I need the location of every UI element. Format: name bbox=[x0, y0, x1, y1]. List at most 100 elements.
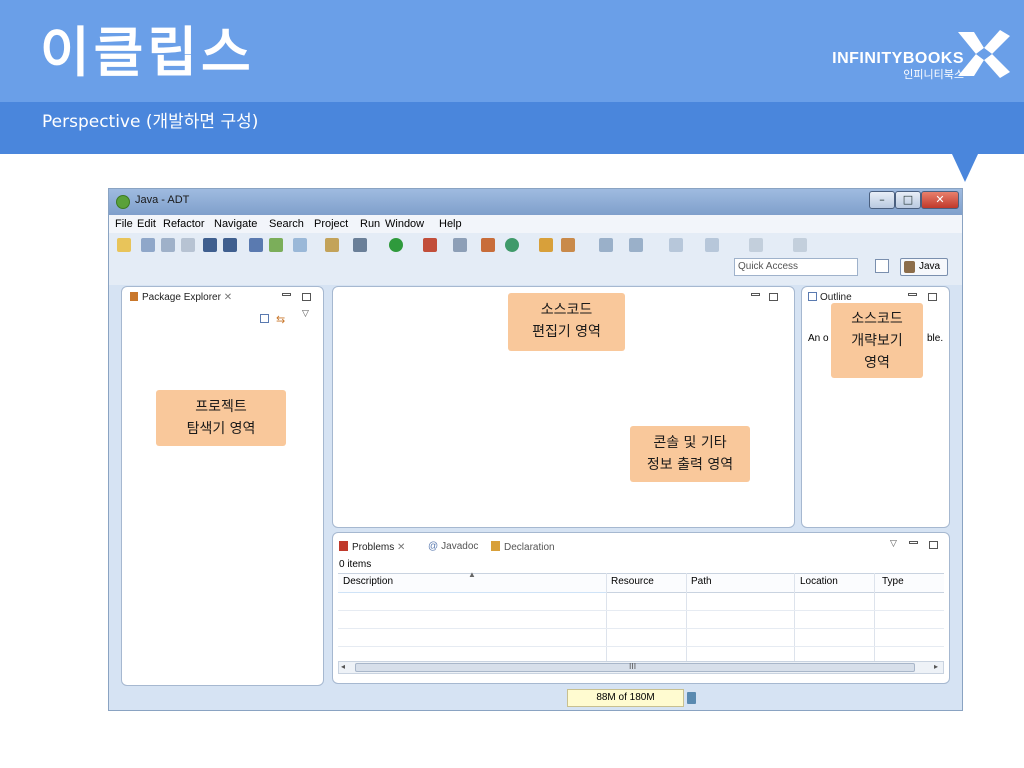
menu-file[interactable]: File bbox=[115, 218, 133, 230]
column-resource[interactable]: Resource bbox=[611, 576, 654, 587]
save-all-icon[interactable] bbox=[161, 238, 175, 252]
window-titlebar: Java - ADT – □ ✕ bbox=[109, 189, 962, 215]
menu-navigate[interactable]: Navigate bbox=[214, 218, 257, 230]
new-project-icon[interactable] bbox=[325, 238, 339, 252]
slide-subtitle: Perspective (개발하면 구성) bbox=[42, 112, 259, 132]
forward-icon[interactable] bbox=[705, 238, 719, 252]
close-icon[interactable]: ✕ bbox=[397, 542, 405, 553]
outline-callout: 소스코드 개략보기 영역 bbox=[831, 303, 923, 378]
problems-icon bbox=[339, 541, 348, 551]
status-bar bbox=[109, 686, 962, 710]
callout-text: 프로젝트 bbox=[195, 399, 247, 415]
window-title: Java - ADT bbox=[135, 194, 190, 206]
link-with-editor-icon[interactable]: ⇆ bbox=[276, 313, 285, 326]
view-menu-icon[interactable]: ▽ bbox=[302, 309, 309, 319]
prev-annotation-icon[interactable] bbox=[629, 238, 643, 252]
selected-row-highlight bbox=[338, 592, 606, 593]
javadoc-tab-label: Javadoc bbox=[441, 541, 479, 552]
problems-tab-label: Problems bbox=[352, 542, 395, 553]
quick-access-input[interactable]: Quick Access bbox=[734, 258, 858, 276]
horizontal-scrollbar[interactable]: ◂ III ▸ bbox=[338, 661, 944, 674]
brand-name-ko: 인피니티북스 bbox=[903, 68, 964, 81]
view-menu-icon[interactable]: ▽ bbox=[890, 539, 897, 549]
pin-icon[interactable] bbox=[749, 238, 763, 252]
close-icon[interactable]: ✕ bbox=[224, 292, 232, 303]
javadoc-tab[interactable]: @ Javadoc bbox=[428, 541, 478, 552]
maximize-view-icon[interactable] bbox=[769, 293, 778, 301]
minimize-view-icon[interactable] bbox=[751, 293, 760, 296]
minimize-view-icon[interactable] bbox=[909, 541, 918, 544]
column-description[interactable]: Description bbox=[343, 576, 393, 587]
outline-icon bbox=[808, 292, 817, 301]
android-sdk-icon[interactable] bbox=[249, 238, 263, 252]
maximize-view-icon[interactable] bbox=[929, 541, 938, 549]
minimize-view-icon[interactable] bbox=[908, 293, 917, 296]
download-icon[interactable] bbox=[223, 238, 237, 252]
sort-indicator-icon: ▲ bbox=[468, 570, 476, 579]
outline-tab-label: Outline bbox=[820, 292, 852, 303]
outline-tab[interactable]: Outline bbox=[808, 292, 852, 303]
menu-project[interactable]: Project bbox=[314, 218, 348, 230]
menu-search[interactable]: Search bbox=[269, 218, 304, 230]
annotation-icon[interactable] bbox=[599, 238, 613, 252]
outline-message-end: ble. bbox=[927, 333, 944, 344]
open-type-icon[interactable] bbox=[539, 238, 553, 252]
menu-edit[interactable]: Edit bbox=[137, 218, 156, 230]
new-package-icon[interactable] bbox=[481, 238, 495, 252]
menu-run[interactable]: Run bbox=[360, 218, 380, 230]
print-icon[interactable] bbox=[181, 238, 195, 252]
column-location[interactable]: Location bbox=[800, 576, 838, 587]
scroll-left-icon[interactable]: ◂ bbox=[341, 662, 345, 671]
back-icon[interactable] bbox=[669, 238, 683, 252]
upload-icon[interactable] bbox=[203, 238, 217, 252]
new-class-icon[interactable] bbox=[505, 238, 519, 252]
search-icon[interactable] bbox=[561, 238, 575, 252]
maximize-view-icon[interactable] bbox=[302, 293, 311, 301]
heap-status[interactable]: 88M of 180M bbox=[567, 689, 684, 707]
maximize-button[interactable]: □ bbox=[895, 191, 921, 209]
app-icon bbox=[116, 195, 130, 209]
menu-bar: File Edit Refactor Navigate Search Proje… bbox=[109, 215, 962, 233]
menu-refactor[interactable]: Refactor bbox=[163, 218, 205, 230]
slide-title: 이클립스 bbox=[40, 21, 255, 84]
close-button[interactable]: ✕ bbox=[921, 191, 959, 209]
brand-name-en: INFINITYBOOKS bbox=[832, 50, 964, 67]
package-explorer-panel: Package Explorer ✕ ⇆ ▽ 프로젝트 탐색기 영역 bbox=[121, 286, 324, 686]
callout-text: 정보 출력 영역 bbox=[646, 457, 734, 473]
callout-text: 소스코드 bbox=[540, 302, 593, 318]
run-icon[interactable] bbox=[389, 238, 403, 252]
avd-manager-icon[interactable] bbox=[269, 238, 283, 252]
column-type[interactable]: Type bbox=[882, 576, 904, 587]
trash-icon[interactable] bbox=[687, 692, 696, 704]
column-divider bbox=[874, 573, 875, 661]
external-tools-icon[interactable] bbox=[423, 238, 437, 252]
minimize-button[interactable]: – bbox=[869, 191, 895, 209]
tool-icon[interactable] bbox=[453, 238, 467, 252]
bottom-panel: Problems ✕ @ Javadoc Declaration ▽ 0 item… bbox=[332, 532, 950, 684]
source-editor-callout: 소스코드 편집기 영역 bbox=[508, 293, 625, 351]
column-divider bbox=[794, 573, 795, 661]
column-path[interactable]: Path bbox=[691, 576, 712, 587]
maximize-view-icon[interactable] bbox=[928, 293, 937, 301]
declaration-icon bbox=[491, 541, 500, 551]
new-icon[interactable] bbox=[117, 238, 131, 252]
scroll-right-icon[interactable]: ▸ bbox=[934, 662, 938, 671]
save-icon[interactable] bbox=[141, 238, 155, 252]
menu-help[interactable]: Help bbox=[439, 218, 462, 230]
brand-logo-icon bbox=[958, 30, 1010, 78]
open-perspective-icon[interactable] bbox=[875, 259, 889, 273]
table-row bbox=[338, 610, 944, 611]
collapse-all-icon[interactable] bbox=[260, 314, 269, 323]
minimize-view-icon[interactable] bbox=[282, 293, 291, 296]
table-row bbox=[338, 646, 944, 647]
declaration-tab[interactable]: Declaration bbox=[491, 541, 555, 553]
package-explorer-tab[interactable]: Package Explorer ✕ bbox=[130, 292, 232, 303]
problems-table-header: Description ▲ Resource Path Location Typ… bbox=[338, 570, 944, 593]
java-perspective-button[interactable]: Java bbox=[900, 258, 948, 276]
project-explorer-callout: 프로젝트 탐색기 영역 bbox=[156, 390, 286, 446]
menu-window[interactable]: Window bbox=[385, 218, 424, 230]
lint-icon[interactable] bbox=[293, 238, 307, 252]
debug-icon[interactable] bbox=[353, 238, 367, 252]
problems-tab[interactable]: Problems ✕ bbox=[339, 541, 405, 553]
extra-icon[interactable] bbox=[793, 238, 807, 252]
